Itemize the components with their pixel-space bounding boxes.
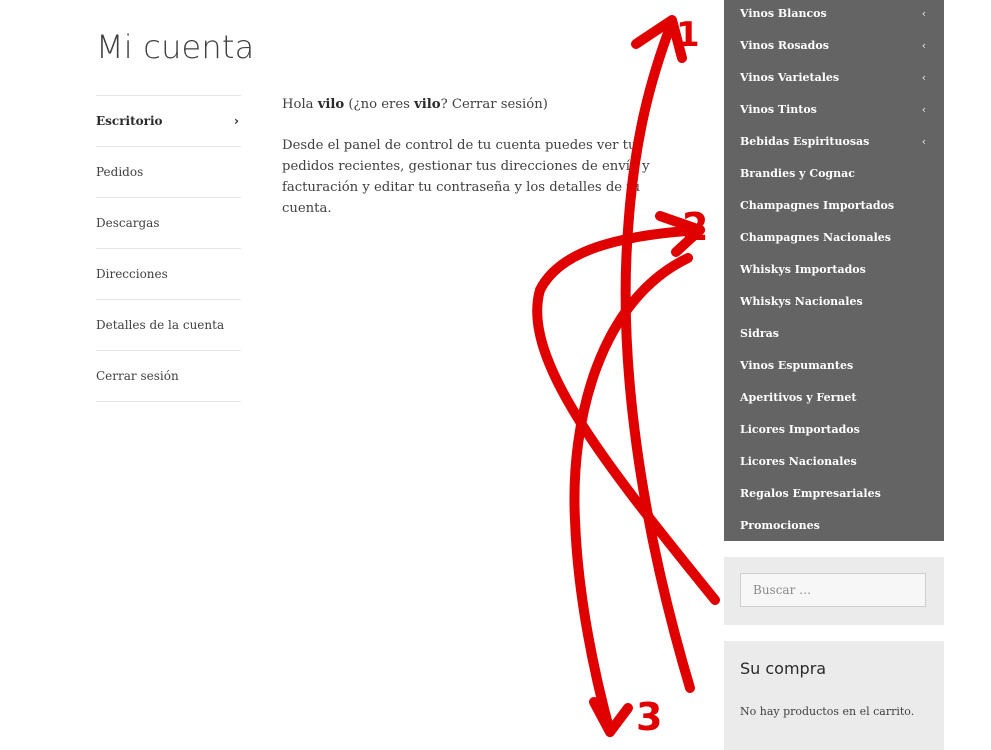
account-nav-label: Escritorio bbox=[96, 114, 163, 128]
chevron-left-icon[interactable]: ‹ bbox=[922, 71, 926, 84]
account-nav-label: Descargas bbox=[96, 216, 160, 230]
product-category-menu: Vinos Blancos ‹ Vinos Rosados ‹ Vinos Vari… bbox=[724, 0, 944, 541]
category-label: Licores Nacionales bbox=[740, 454, 857, 468]
greeting-middle: (¿no eres bbox=[344, 97, 415, 112]
username: vilo bbox=[317, 97, 345, 112]
account-nav-label: Detalles de la cuenta bbox=[96, 318, 225, 332]
category-label: Vinos Varietales bbox=[740, 70, 840, 84]
category-item-vinos-rosados[interactable]: Vinos Rosados ‹ bbox=[724, 29, 944, 61]
search-widget bbox=[724, 557, 944, 625]
account-nav-label: Direcciones bbox=[96, 267, 168, 281]
annotation-label-3: 3 bbox=[636, 695, 662, 739]
category-label: Whiskys Nacionales bbox=[740, 294, 863, 308]
category-label: Vinos Espumantes bbox=[740, 358, 854, 372]
chevron-right-icon: › bbox=[234, 114, 239, 128]
annotation-arrowhead-1 bbox=[631, 15, 687, 63]
category-label: Vinos Rosados bbox=[740, 38, 829, 52]
account-dashboard-content: Hola vilo (¿no eres vilo? Cerrar sesión)… bbox=[282, 94, 692, 239]
category-item-vinos-espumantes[interactable]: Vinos Espumantes bbox=[724, 349, 944, 381]
category-label: Vinos Blancos bbox=[740, 6, 827, 20]
annotation-label-1: 1 bbox=[676, 15, 700, 55]
account-navigation: Escritorio › Pedidos Descargas Direccion… bbox=[96, 95, 241, 402]
category-label: Aperitivos y Fernet bbox=[740, 390, 857, 404]
category-label: Brandies y Cognac bbox=[740, 166, 855, 180]
category-item-whiskys-nacionales[interactable]: Whiskys Nacionales bbox=[724, 285, 944, 317]
account-nav-item-direcciones[interactable]: Direcciones bbox=[96, 249, 241, 300]
account-nav-label: Pedidos bbox=[96, 165, 144, 179]
category-item-vinos-varietales[interactable]: Vinos Varietales ‹ bbox=[724, 61, 944, 93]
category-label: Sidras bbox=[740, 326, 779, 340]
page-title: Mi cuenta bbox=[96, 28, 255, 66]
category-item-regalos-empresariales[interactable]: Regalos Empresariales bbox=[724, 477, 944, 509]
account-nav-item-cerrar-sesion[interactable]: Cerrar sesión bbox=[96, 351, 241, 402]
category-item-vinos-blancos[interactable]: Vinos Blancos ‹ bbox=[724, 0, 944, 29]
category-label: Champagnes Nacionales bbox=[740, 230, 891, 244]
account-nav-item-escritorio[interactable]: Escritorio › bbox=[96, 96, 241, 147]
category-item-whiskys-importados[interactable]: Whiskys Importados bbox=[724, 253, 944, 285]
chevron-left-icon[interactable]: ‹ bbox=[922, 103, 926, 116]
cart-widget: Su compra No hay productos en el carrito… bbox=[724, 641, 944, 750]
category-label: Vinos Tintos bbox=[740, 102, 817, 116]
greeting-question: ? bbox=[440, 97, 452, 112]
search-input[interactable] bbox=[740, 573, 926, 607]
annotation-arrowhead-3 bbox=[589, 697, 633, 737]
category-item-licores-importados[interactable]: Licores Importados bbox=[724, 413, 944, 445]
greeting-prefix: Hola bbox=[282, 97, 318, 112]
category-item-champagnes-importados[interactable]: Champagnes Importados bbox=[724, 189, 944, 221]
category-label: Champagnes Importados bbox=[740, 198, 895, 212]
category-item-brandies-cognac[interactable]: Brandies y Cognac bbox=[724, 157, 944, 189]
cart-title: Su compra bbox=[740, 659, 827, 678]
greeting-suffix: ) bbox=[542, 97, 548, 112]
dashboard-description: Desde el panel de control de tu cuenta p… bbox=[282, 138, 650, 216]
category-item-bebidas-espirituosas[interactable]: Bebidas Espirituosas ‹ bbox=[724, 125, 944, 157]
cart-empty-message: No hay productos en el carrito. bbox=[740, 705, 915, 718]
chevron-left-icon[interactable]: ‹ bbox=[922, 135, 926, 148]
category-label: Promociones bbox=[740, 518, 820, 532]
category-item-aperitivos-fernet[interactable]: Aperitivos y Fernet bbox=[724, 381, 944, 413]
account-nav-item-descargas[interactable]: Descargas bbox=[96, 198, 241, 249]
category-label: Regalos Empresariales bbox=[740, 486, 881, 500]
username-repeat: vilo bbox=[414, 97, 441, 112]
category-item-champagnes-nacionales[interactable]: Champagnes Nacionales bbox=[724, 221, 944, 253]
category-label: Whiskys Importados bbox=[740, 262, 866, 276]
chevron-left-icon[interactable]: ‹ bbox=[922, 39, 926, 52]
logout-link[interactable]: Cerrar sesión bbox=[452, 97, 543, 112]
category-label: Licores Importados bbox=[740, 422, 860, 436]
greeting-paragraph: Hola vilo (¿no eres vilo? Cerrar sesión) bbox=[282, 94, 692, 115]
annotation-arrow-2 bbox=[532, 225, 720, 605]
category-item-licores-nacionales[interactable]: Licores Nacionales bbox=[724, 445, 944, 477]
account-nav-label: Cerrar sesión bbox=[96, 369, 179, 383]
account-nav-item-detalles-cuenta[interactable]: Detalles de la cuenta bbox=[96, 300, 241, 351]
chevron-left-icon[interactable]: ‹ bbox=[922, 7, 926, 20]
account-nav-item-pedidos[interactable]: Pedidos bbox=[96, 147, 241, 198]
category-label: Bebidas Espirituosas bbox=[740, 134, 870, 148]
category-item-promociones[interactable]: Promociones bbox=[724, 509, 944, 541]
annotation-arrow-3 bbox=[569, 253, 693, 737]
category-item-vinos-tintos[interactable]: Vinos Tintos ‹ bbox=[724, 93, 944, 125]
category-item-sidras[interactable]: Sidras bbox=[724, 317, 944, 349]
